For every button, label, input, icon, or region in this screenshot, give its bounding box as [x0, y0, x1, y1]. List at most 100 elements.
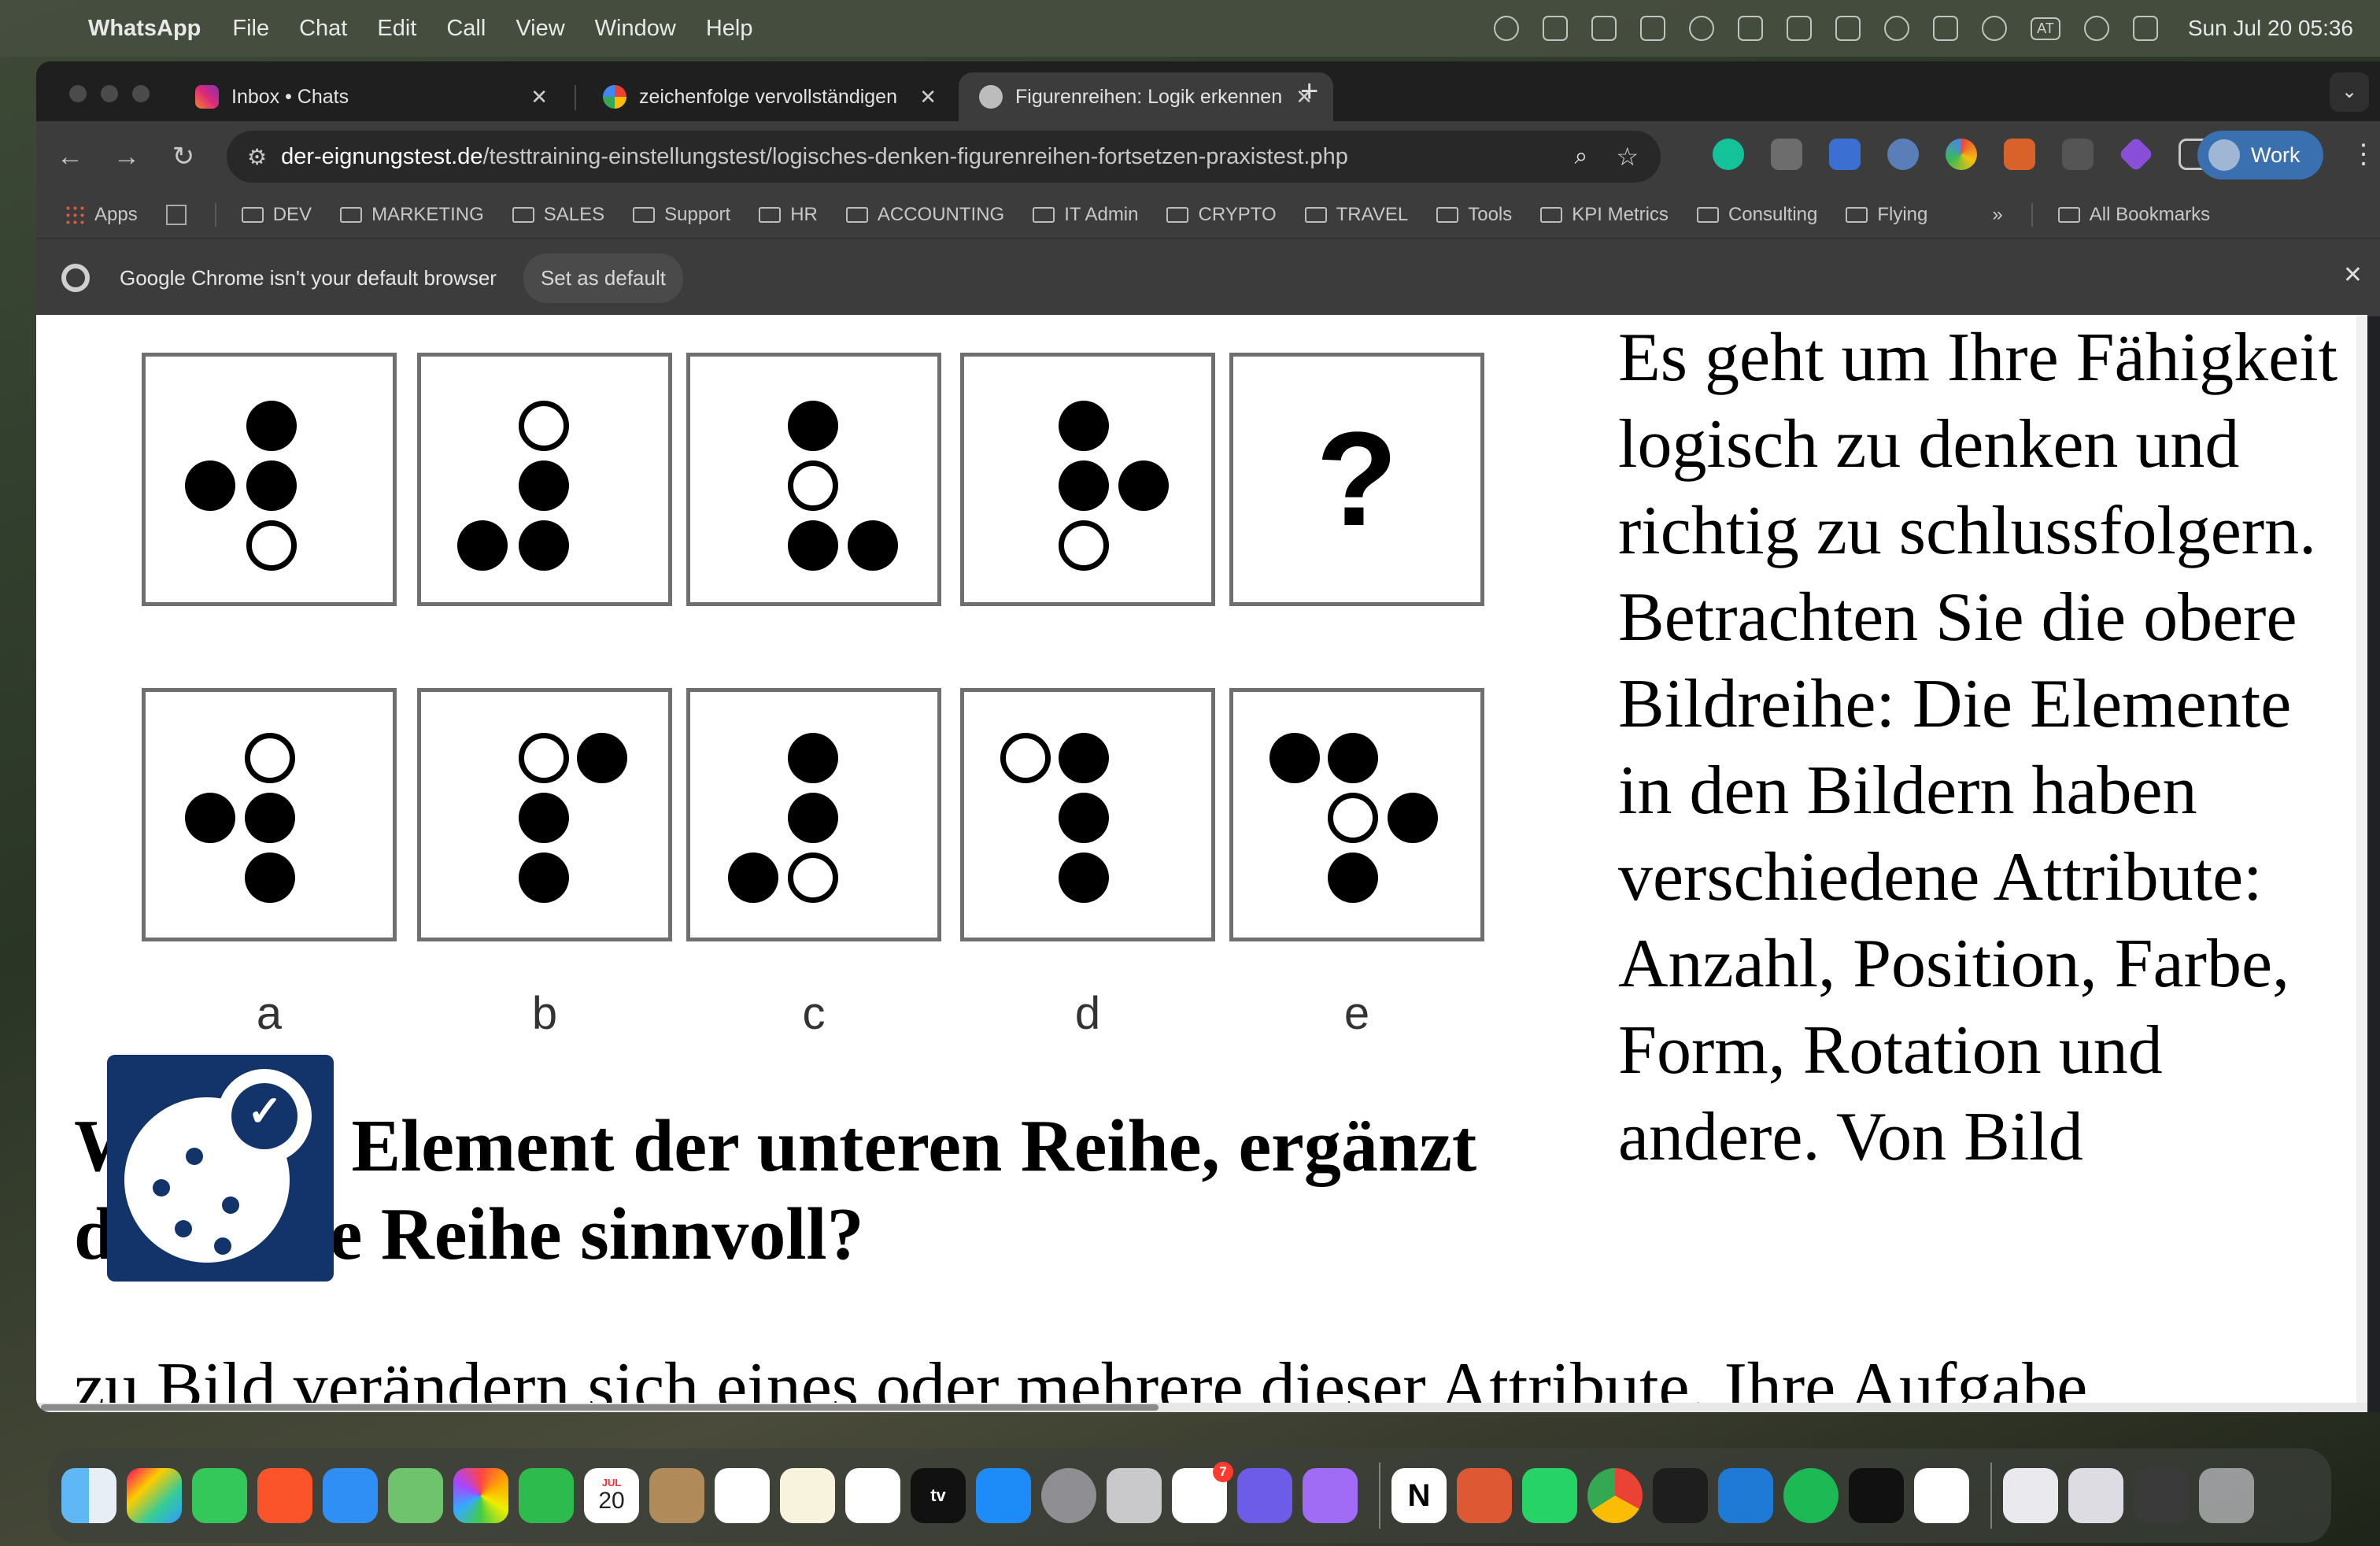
play-icon[interactable] — [1884, 16, 1910, 41]
search-icon[interactable] — [2083, 16, 2109, 41]
bookmark-folder-kpi-metrics[interactable]: KPI Metrics — [1540, 204, 1669, 226]
tab-groups-icon[interactable] — [165, 205, 187, 225]
globe-icon[interactable] — [1689, 16, 1715, 41]
answer-option-b[interactable] — [417, 688, 672, 941]
notion-icon[interactable] — [1640, 16, 1666, 41]
freeform-icon[interactable] — [845, 1468, 900, 1523]
contacts-icon[interactable] — [649, 1468, 704, 1523]
menubar-clock[interactable]: Sun Jul 20 05:36 — [2188, 16, 2353, 41]
fox-extension-icon[interactable] — [2004, 139, 2035, 170]
prompt-icon[interactable] — [1237, 1468, 1292, 1523]
bookmark-folder-tools[interactable]: Tools — [1436, 204, 1512, 226]
files-stack-icon[interactable] — [2068, 1468, 2123, 1523]
openai-icon[interactable] — [1494, 16, 1520, 41]
scrollbar-thumb[interactable] — [41, 1404, 1159, 1411]
facetime-icon[interactable] — [519, 1468, 574, 1523]
mail-icon[interactable] — [323, 1468, 378, 1523]
bookmark-folder-dev[interactable]: DEV — [241, 204, 312, 226]
activity-monitor-icon[interactable] — [1849, 1468, 1904, 1523]
apple-tv-icon[interactable]: tv — [911, 1468, 966, 1523]
code-extension-icon[interactable] — [2062, 139, 2094, 170]
answer-option-d[interactable] — [960, 688, 1215, 941]
bookmark-apps[interactable]: Apps — [65, 204, 138, 226]
close-tab-icon[interactable]: ✕ — [919, 85, 937, 109]
mail-extension-icon[interactable] — [1303, 1468, 1358, 1523]
bookmark-star-icon[interactable]: ☆ — [1616, 142, 1639, 172]
grammarly-extension-icon[interactable] — [1713, 139, 1744, 170]
menu-edit[interactable]: Edit — [377, 16, 416, 42]
new-tab-button[interactable]: + — [1300, 74, 1318, 109]
vscode-icon[interactable] — [1718, 1468, 1773, 1523]
bookmark-folder-marketing[interactable]: MARKETING — [340, 204, 484, 226]
profile-button[interactable]: Work — [2197, 131, 2323, 179]
address-bar[interactable]: ⚙ der-eignungstest.de/testtraining-einst… — [227, 131, 1661, 183]
trash-icon[interactable] — [2199, 1468, 2254, 1523]
notion-icon[interactable]: N — [1391, 1468, 1447, 1523]
menu-help[interactable]: Help — [706, 16, 753, 42]
horizontal-scrollbar[interactable] — [36, 1403, 2367, 1412]
bookmark-folder-hr[interactable]: HR — [759, 204, 818, 226]
chrome-menu-icon[interactable]: ⋮ — [2350, 139, 2377, 170]
app-store-icon[interactable] — [976, 1468, 1031, 1523]
keyboard-input-icon[interactable]: AT — [2031, 17, 2060, 40]
tab-figurenreihen[interactable]: Figurenreihen: Logik erkennen ✕ — [959, 72, 1333, 121]
launchpad-icon[interactable] — [127, 1468, 182, 1523]
close-tab-icon[interactable]: ✕ — [530, 85, 548, 109]
bookmark-folder-crypto[interactable]: CRYPTO — [1166, 204, 1277, 226]
set-as-default-button[interactable]: Set as default — [523, 253, 683, 303]
site-info-icon[interactable]: ⚙ — [247, 144, 267, 170]
tab-inbox-chats[interactable]: Inbox • Chats ✕ — [175, 72, 568, 121]
forward-button[interactable]: → — [109, 139, 145, 175]
bookmark-folder-sales[interactable]: SALES — [512, 204, 604, 226]
answer-option-a[interactable] — [142, 688, 397, 941]
system-settings-icon[interactable] — [1041, 1468, 1096, 1523]
finder-icon[interactable] — [61, 1468, 116, 1523]
close-infobar-icon[interactable]: ✕ — [2343, 261, 2363, 289]
bookmark-folder-support[interactable]: Support — [633, 204, 730, 226]
terminal-icon[interactable] — [1653, 1468, 1708, 1523]
menu-call[interactable]: Call — [446, 16, 486, 42]
answer-option-c[interactable] — [686, 688, 941, 941]
cookie-settings-button[interactable]: ✓ — [107, 1055, 334, 1282]
tab-zeichenfolge[interactable]: zeichenfolge vervollständigen ✕ — [582, 72, 957, 121]
tab-search-chevron-icon[interactable]: ⌄ — [2330, 72, 2369, 112]
bookmark-folder-it-admin[interactable]: IT Admin — [1033, 204, 1138, 226]
documents-stack-icon[interactable] — [2003, 1468, 2058, 1523]
bookmark-folder-flying[interactable]: Flying — [1846, 204, 1927, 226]
answer-option-e[interactable] — [1229, 688, 1484, 941]
url-text[interactable]: der-eignungstest.de/testtraining-einstel… — [281, 144, 1574, 170]
photos-icon[interactable] — [453, 1468, 508, 1523]
layout-icon[interactable] — [1835, 16, 1861, 41]
vertical-scrollbar[interactable] — [2356, 315, 2367, 1412]
all-bookmarks-folder[interactable]: All Bookmarks — [2057, 204, 2210, 226]
minimize-window-button[interactable] — [101, 85, 118, 102]
bookmark-folder-consulting[interactable]: Consulting — [1696, 204, 1817, 226]
whatsapp-icon[interactable] — [1522, 1468, 1577, 1523]
color-picker-extension-icon[interactable] — [1946, 139, 1977, 170]
zoom-window-button[interactable] — [132, 85, 150, 102]
iphone-mirroring-icon[interactable] — [1107, 1468, 1162, 1523]
menu-view[interactable]: View — [516, 16, 564, 42]
maps-icon[interactable] — [388, 1468, 443, 1523]
chatgpt-icon[interactable] — [1914, 1468, 1969, 1523]
close-window-button[interactable] — [69, 85, 87, 102]
control-center-icon[interactable] — [2132, 16, 2158, 41]
chrome-icon[interactable] — [1587, 1468, 1643, 1523]
duckduckgo-icon[interactable] — [1457, 1468, 1512, 1523]
reminders-icon[interactable] — [715, 1468, 770, 1523]
battery-icon[interactable] — [1933, 16, 1959, 41]
notes-icon[interactable] — [780, 1468, 835, 1523]
grammarly-icon[interactable] — [1591, 16, 1617, 41]
menu-chat[interactable]: Chat — [299, 16, 347, 42]
bookmarks-overflow-button[interactable]: » — [1992, 204, 2002, 226]
zoom-icon[interactable]: ⌕ — [1575, 143, 1588, 170]
brave-icon[interactable] — [257, 1468, 312, 1523]
briefcase-icon[interactable] — [1787, 16, 1813, 41]
menu-window[interactable]: Window — [595, 16, 676, 42]
downloads-stack-icon[interactable] — [2134, 1468, 2189, 1523]
translate-extension-icon[interactable] — [1771, 139, 1802, 170]
app-name-menu[interactable]: WhatsApp — [88, 16, 201, 42]
checkmark-icon[interactable] — [1738, 16, 1764, 41]
layers-icon[interactable] — [1543, 16, 1569, 41]
map-extension-icon[interactable] — [1829, 139, 1861, 170]
